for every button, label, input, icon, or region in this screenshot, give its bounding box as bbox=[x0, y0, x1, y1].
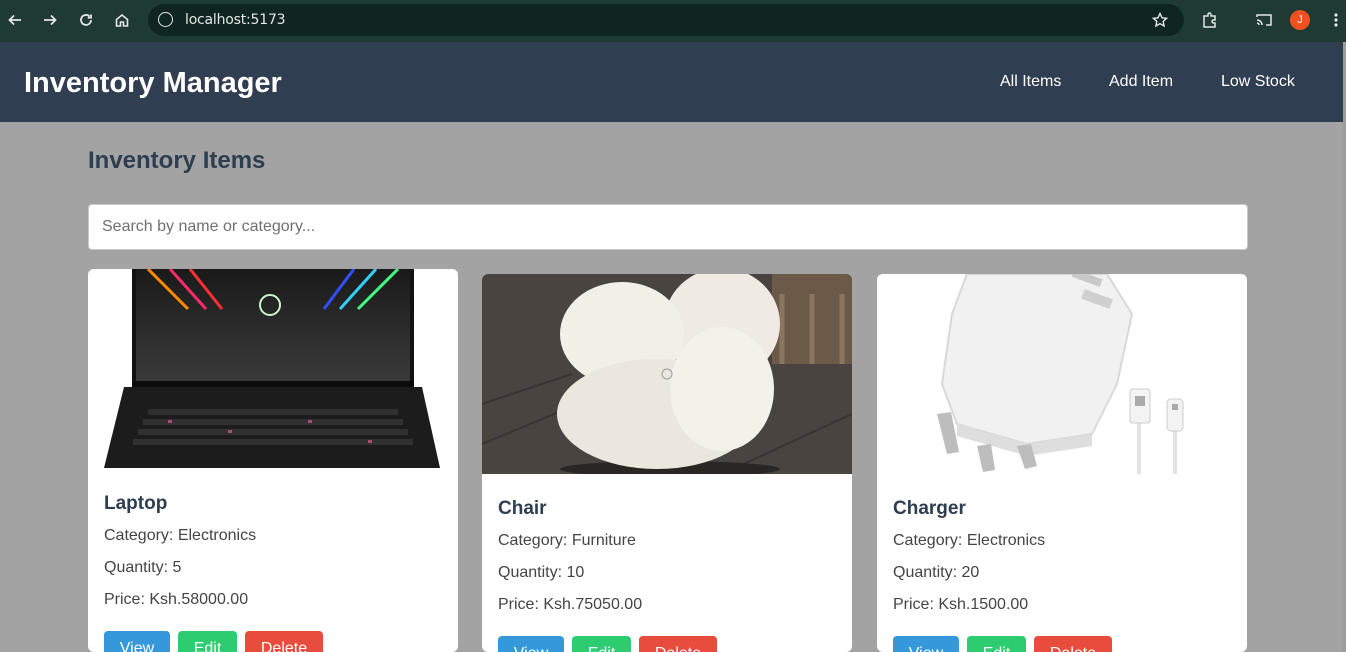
view-button[interactable]: View bbox=[893, 636, 959, 652]
item-name: Charger bbox=[893, 498, 966, 519]
edit-button[interactable]: Edit bbox=[967, 636, 1026, 652]
home-icon[interactable] bbox=[112, 10, 132, 30]
item-price: Price: Ksh.75050.00 bbox=[498, 596, 643, 613]
browser-toolbar: localhost:5173 J bbox=[0, 0, 1346, 42]
item-name: Chair bbox=[498, 498, 547, 519]
laptop-image bbox=[88, 269, 458, 469]
view-button[interactable]: View bbox=[498, 636, 564, 652]
item-quantity: Quantity: 20 bbox=[893, 564, 980, 581]
item-card-chair: Chair Category: Furniture Quantity: 10 P… bbox=[482, 274, 852, 652]
extensions-icon[interactable] bbox=[1200, 10, 1220, 30]
charger-image bbox=[877, 274, 1247, 474]
page-title: Inventory Items bbox=[88, 147, 266, 174]
delete-button[interactable]: Delete bbox=[639, 636, 717, 652]
search-input[interactable] bbox=[88, 204, 1248, 250]
url-text[interactable]: localhost:5173 bbox=[185, 12, 286, 28]
reload-icon[interactable] bbox=[76, 10, 96, 30]
edit-button[interactable]: Edit bbox=[572, 636, 631, 652]
delete-button[interactable]: Delete bbox=[1034, 636, 1112, 652]
item-quantity: Quantity: 5 bbox=[104, 559, 182, 576]
item-name: Laptop bbox=[104, 493, 168, 514]
bookmark-star-icon[interactable] bbox=[1150, 10, 1170, 30]
chair-image bbox=[482, 274, 852, 474]
back-icon[interactable] bbox=[5, 10, 25, 30]
nav-add-item[interactable]: Add Item bbox=[1109, 73, 1173, 91]
item-quantity: Quantity: 10 bbox=[498, 564, 585, 581]
menu-icon[interactable] bbox=[1326, 10, 1346, 30]
app-title: Inventory Manager bbox=[24, 67, 282, 99]
cast-icon[interactable] bbox=[1254, 10, 1274, 30]
edit-button[interactable]: Edit bbox=[178, 631, 237, 652]
item-category: Category: Electronics bbox=[104, 527, 257, 544]
view-button[interactable]: View bbox=[104, 631, 170, 652]
nav-low-stock[interactable]: Low Stock bbox=[1221, 73, 1295, 91]
item-price: Price: Ksh.1500.00 bbox=[893, 596, 1029, 613]
app-header: Inventory Manager All Items Add Item Low… bbox=[0, 42, 1343, 122]
item-category: Category: Furniture bbox=[498, 532, 636, 549]
item-price: Price: Ksh.58000.00 bbox=[104, 591, 249, 608]
delete-button[interactable]: Delete bbox=[245, 631, 323, 652]
item-card-charger: Charger Category: Electronics Quantity: … bbox=[877, 274, 1247, 652]
address-bar[interactable]: localhost:5173 bbox=[148, 4, 1184, 36]
item-category: Category: Electronics bbox=[893, 532, 1046, 549]
site-info-icon[interactable] bbox=[158, 12, 173, 27]
forward-icon[interactable] bbox=[40, 10, 60, 30]
item-card-laptop: Laptop Category: Electronics Quantity: 5… bbox=[88, 269, 458, 652]
profile-avatar[interactable]: J bbox=[1290, 10, 1310, 30]
nav-all-items[interactable]: All Items bbox=[1000, 73, 1061, 91]
